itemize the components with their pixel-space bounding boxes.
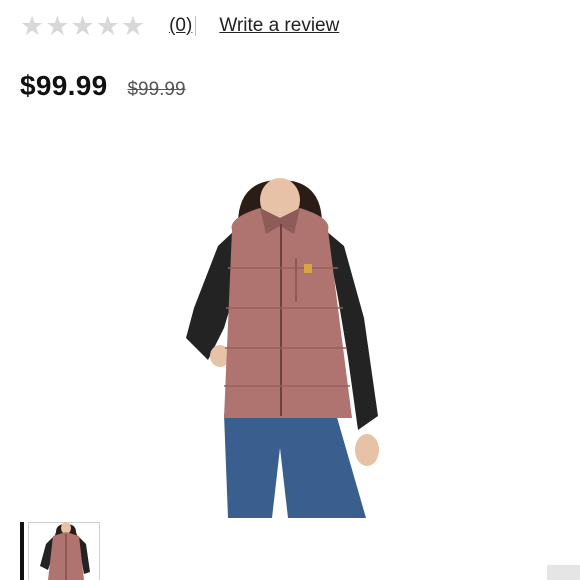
vest-logo-patch: [304, 264, 312, 273]
scroll-to-top-button[interactable]: [547, 565, 580, 580]
review-count-link[interactable]: (0): [169, 15, 192, 37]
rating-row: ★ ★ ★ ★ ★ (0) Write a review: [20, 10, 339, 42]
divider: [195, 16, 197, 36]
jeans: [224, 414, 366, 518]
product-thumbnail[interactable]: [20, 522, 100, 580]
star-icon: ★: [95, 10, 120, 42]
current-price: $99.99: [20, 70, 108, 101]
star-icon: ★: [120, 10, 146, 42]
product-photo: [186, 178, 379, 518]
write-review-link[interactable]: Write a review: [219, 15, 339, 37]
star-rating[interactable]: ★ ★ ★ ★ ★: [20, 13, 145, 40]
thumbnail-strip: [20, 522, 100, 580]
price-row: $99.99 $99.99: [20, 70, 186, 102]
star-icon: ★: [70, 10, 95, 42]
product-main-image[interactable]: [180, 178, 380, 518]
original-price: $99.99: [127, 79, 186, 100]
right-hand: [355, 434, 379, 466]
star-icon: ★: [20, 10, 45, 42]
star-icon: ★: [45, 10, 70, 42]
thumbnail-photo: [40, 522, 90, 580]
